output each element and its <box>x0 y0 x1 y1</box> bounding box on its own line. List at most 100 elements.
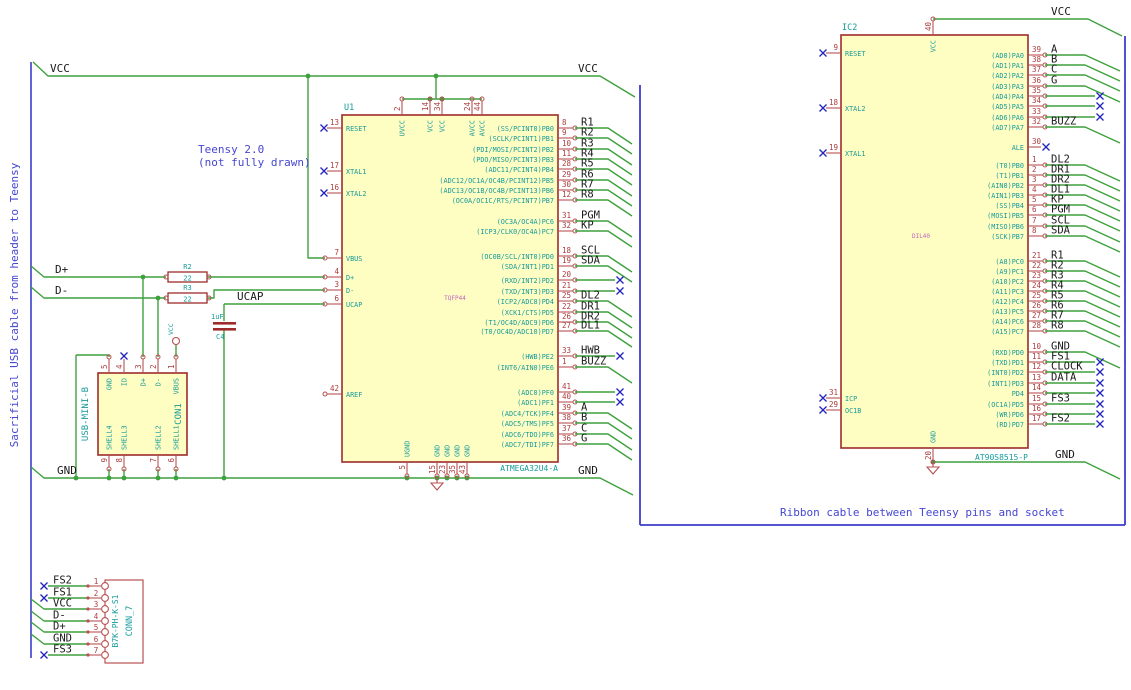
net-label-VCC: VCC <box>53 598 72 610</box>
text-label: (SCK)PB7 <box>991 233 1024 241</box>
noconnect-x-icon <box>616 352 624 360</box>
text-label: (A11)PC3 <box>991 288 1024 296</box>
text-label: 6 <box>1032 205 1037 214</box>
text-label: 30 <box>562 180 572 189</box>
text-label: SHELL1 <box>173 425 181 450</box>
net-label-UCAP: UCAP <box>237 290 264 303</box>
text-label: (SS/PCINT0)PB0 <box>497 125 554 133</box>
text-label: (AIN1)PB3 <box>987 192 1024 200</box>
net-label-FS2: FS2 <box>1051 413 1070 425</box>
text-label: 20 <box>924 451 933 461</box>
text-label: 9 <box>100 458 109 463</box>
noconnect-x-icon <box>1096 368 1104 376</box>
junction-dot <box>155 475 161 481</box>
text-label: 9 <box>562 128 567 137</box>
text-label: (ADC5/TMS)PF5 <box>501 420 554 428</box>
text-label: AVCC <box>479 120 487 136</box>
text-label: (WR)PD6 <box>995 411 1024 419</box>
note-text: VCC <box>167 323 175 335</box>
text-label: 19 <box>829 143 838 152</box>
text-label: VBUS <box>173 378 181 394</box>
net-label-DL1: DL1 <box>581 320 600 332</box>
text-label: (MISO)PB6 <box>987 223 1024 231</box>
text-label: 20 <box>562 270 572 279</box>
text-label: (A14)PC6 <box>991 318 1024 326</box>
text-label: 11 <box>562 149 571 158</box>
c4-reference: C4 <box>216 333 224 341</box>
text-label: (ICP3/CLK0/OC4A)PC7 <box>476 228 554 236</box>
noconnect-x-icon <box>819 49 827 57</box>
text-label: 36 <box>1032 76 1042 85</box>
text-label: (A12)PC4 <box>991 298 1024 306</box>
note-text: Sacrificial USB cable from header to Tee… <box>8 162 21 447</box>
noconnect-x-icon <box>320 124 328 132</box>
text-label: 34 <box>433 101 442 111</box>
text-label: 8 <box>562 118 567 127</box>
net-label-BUZZ: BUZZ <box>1051 116 1076 128</box>
text-label: XTAL1 <box>346 168 366 176</box>
text-label: 31 <box>829 388 838 397</box>
r2-value: 22 <box>183 275 191 283</box>
text-label: 7 <box>1032 216 1037 225</box>
ground-icon <box>429 478 445 491</box>
text-label: (ADC0)PF0 <box>517 389 554 397</box>
net-label-FS3: FS3 <box>53 644 72 656</box>
text-label: 2 <box>149 364 158 369</box>
text-label: 34 <box>1032 96 1042 105</box>
noconnect-x-icon <box>1096 102 1104 110</box>
text-label: 4 <box>1032 185 1037 194</box>
text-label: 21 <box>562 281 571 290</box>
note-text: (not fully drawn) <box>198 156 311 169</box>
text-label: 26 <box>1032 301 1042 310</box>
text-label: 4 <box>334 267 339 276</box>
text-label: (A10)PC2 <box>991 278 1024 286</box>
text-label: OC1B <box>845 407 861 415</box>
text-label: 8 <box>1032 226 1037 235</box>
schematic-canvas: U1ATMEGA32U4-ATQFP4413RESET17XTAL116XTAL… <box>8 5 1126 664</box>
text-label: D- <box>346 287 354 295</box>
text-label: 42 <box>330 384 339 393</box>
text-label: (PDO/MISO/PCINT3)PB3 <box>472 156 554 164</box>
text-label: D- <box>155 378 163 386</box>
text-label: (OC0A/OC1C/RTS/PCINT7)PB7 <box>452 197 554 205</box>
text-label: 32 <box>562 221 571 230</box>
noconnect-x-icon <box>1096 113 1104 121</box>
r2-reference: R2 <box>183 263 191 271</box>
noconnect-x-icon <box>40 582 48 590</box>
text-label: (T0)PB0 <box>995 162 1024 170</box>
text-label: (RXD)PD0 <box>991 349 1024 357</box>
text-label: 2 <box>393 106 402 111</box>
text-label: GND <box>464 445 472 457</box>
conn7-pin-1: 1 FS2 <box>40 575 109 590</box>
text-label: 12 <box>1032 362 1041 371</box>
text-label: 14 <box>1032 383 1042 392</box>
noconnect-x-icon <box>616 388 624 396</box>
text-label: (ADC12/OC1A/OC4B/PCINT12)PB5 <box>439 177 554 185</box>
text-label: 24 <box>1032 281 1042 290</box>
text-label: 7 <box>149 458 158 463</box>
text-label: (AD6)PA6 <box>991 114 1024 122</box>
net-label-SDA: SDA <box>581 255 601 267</box>
text-label: VCC <box>930 40 938 52</box>
text-label: 25 <box>1032 291 1041 300</box>
text-label: 3 <box>1032 175 1037 184</box>
text-label: 1 <box>94 577 99 586</box>
text-label: (OC1A)PD5 <box>987 401 1024 409</box>
text-label: UVCC <box>399 120 407 136</box>
noconnect-x-icon <box>120 352 128 360</box>
net-label-GND: GND <box>578 464 598 477</box>
text-label: 28 <box>562 159 572 168</box>
text-label: 33 <box>1032 107 1041 116</box>
text-label: (SDA/INT1)PD1 <box>501 263 554 271</box>
noconnect-x-icon <box>819 394 827 402</box>
net-label-R8: R8 <box>1051 320 1064 332</box>
text-label: VCC <box>439 120 447 132</box>
conn7-pin-7: 7 FS3 <box>40 644 109 659</box>
note-text: B7K-PH-K-S1 <box>111 594 120 647</box>
text-label: XTAL2 <box>845 105 865 113</box>
text-label: 5 <box>1032 195 1037 204</box>
text-label: 7 <box>334 248 339 257</box>
text-label: UGND <box>404 441 412 457</box>
text-label: 9 <box>833 43 838 52</box>
text-label: (XCK1/CTS)PD5 <box>501 309 554 317</box>
